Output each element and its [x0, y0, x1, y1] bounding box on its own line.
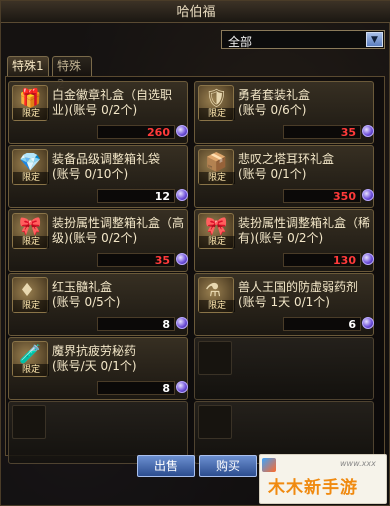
- item-price: 8: [162, 382, 170, 395]
- item-price: 260: [147, 126, 170, 139]
- site-watermark: www.xxx 木木新手游: [259, 454, 387, 504]
- item-name: 兽人王国的防虚弱药剂(账号 1天 0/1个): [238, 280, 359, 309]
- item-slot[interactable]: 💎 限定 装备品级调整箱礼袋 (账号 0/10个) 12: [8, 145, 188, 208]
- price-bar: 8: [97, 381, 175, 395]
- limited-badge: 限定: [13, 364, 49, 376]
- item-name: 魔界抗疲劳秘药 (账号/天 0/1个): [52, 344, 137, 373]
- item-slot[interactable]: 🎀 限定 装扮属性调整箱礼盒（稀有)(账号 0/2个) 130: [194, 209, 374, 272]
- armor-box-icon: 🛡 限定: [198, 85, 235, 121]
- elixir-icon: 🧪 限定: [12, 341, 49, 377]
- limited-badge: 限定: [13, 236, 49, 248]
- chevron-down-icon[interactable]: ▼: [366, 32, 383, 47]
- empty-icon-box: [198, 405, 232, 439]
- item-slot[interactable]: 🧪 限定 魔界抗疲劳秘药 (账号/天 0/1个) 8: [8, 337, 188, 400]
- price-bar: 12: [97, 189, 175, 203]
- coin-icon: [176, 381, 188, 393]
- empty-item-slot: [194, 337, 374, 400]
- brand-logo-icon: [262, 458, 276, 472]
- price-bar: 35: [283, 125, 361, 139]
- item-name: 勇者套装礼盒 (账号 0/6个): [238, 88, 311, 117]
- coin-icon: [176, 317, 188, 329]
- item-name: 装扮属性调整箱礼盒（稀有)(账号 0/2个): [238, 216, 371, 245]
- limited-badge: 限定: [13, 108, 49, 120]
- item-name: 悲叹之塔耳环礼盒 (账号 0/1个): [238, 152, 335, 181]
- item-name: 装扮属性调整箱礼盒（高级)(账号 0/2个): [52, 216, 185, 245]
- tab-special-1[interactable]: 特殊1: [7, 56, 49, 76]
- item-name: 红玉髓礼盒 (账号 0/5个): [52, 280, 121, 309]
- item-price: 8: [162, 318, 170, 331]
- item-price: 12: [154, 190, 170, 203]
- item-slot[interactable]: ♦ 限定 红玉髓礼盒 (账号 0/5个) 8: [8, 273, 188, 336]
- price-bar: 35: [97, 253, 175, 267]
- limited-badge: 限定: [199, 108, 235, 120]
- buy-button-label: 购买: [215, 459, 240, 473]
- item-price: 350: [333, 190, 356, 203]
- shop-window: 哈伯福 全部 ▼ 特殊1 特殊2 🎁 限定 白金徽章礼盒（自选职业)(账号 0/…: [0, 0, 390, 506]
- item-price: 6: [348, 318, 356, 331]
- coin-icon: [362, 189, 374, 201]
- limited-badge: 限定: [199, 236, 235, 248]
- filter-selected-value: 全部: [228, 35, 253, 49]
- watermark-brand: 木木新手游: [268, 478, 358, 498]
- coin-icon: [362, 253, 374, 265]
- item-price: 35: [154, 254, 170, 267]
- coin-icon: [362, 317, 374, 329]
- limited-badge: 限定: [13, 172, 49, 184]
- price-bar: 6: [283, 317, 361, 331]
- item-price: 130: [333, 254, 356, 267]
- item-name: 装备品级调整箱礼袋 (账号 0/10个): [52, 152, 161, 181]
- item-price: 35: [340, 126, 356, 139]
- potion-icon: ⚗ 限定: [198, 277, 235, 313]
- tab-special-2[interactable]: 特殊2: [52, 56, 92, 91]
- limited-badge: 限定: [199, 172, 235, 184]
- coin-icon: [176, 189, 188, 201]
- costume-box-icon: 🎀 限定: [12, 213, 49, 249]
- item-slot[interactable]: 🎀 限定 装扮属性调整箱礼盒（高级)(账号 0/2个) 35: [8, 209, 188, 272]
- sell-button-label: 出售: [153, 459, 178, 473]
- item-slot[interactable]: 🛡 限定 勇者套装礼盒 (账号 0/6个) 35: [194, 81, 374, 144]
- item-name: 白金徽章礼盒（自选职业)(账号 0/2个): [52, 88, 173, 117]
- watermark-url: www.xxx: [340, 459, 376, 468]
- coin-icon: [362, 125, 374, 137]
- item-slot[interactable]: 📦 限定 悲叹之塔耳环礼盒 (账号 0/1个) 350: [194, 145, 374, 208]
- item-slot[interactable]: ⚗ 限定 兽人王国的防虚弱药剂(账号 1天 0/1个) 6: [194, 273, 374, 336]
- price-bar: 8: [97, 317, 175, 331]
- costume-box-rare-icon: 🎀 限定: [198, 213, 235, 249]
- limited-badge: 限定: [13, 300, 49, 312]
- tab-label: 特殊1: [12, 59, 44, 73]
- coin-icon: [176, 253, 188, 265]
- red-gem-icon: ♦ 限定: [12, 277, 49, 313]
- window-title: 哈伯福: [176, 5, 216, 20]
- sell-button[interactable]: 出售: [137, 455, 195, 477]
- gem-bag-icon: 💎 限定: [12, 149, 49, 185]
- price-bar: 260: [97, 125, 175, 139]
- item-list-panel: 🎁 限定 白金徽章礼盒（自选职业)(账号 0/2个) 260 🛡 限定 勇者套装…: [5, 76, 385, 464]
- category-filter-dropdown[interactable]: 全部 ▼: [221, 30, 385, 49]
- earring-box-icon: 📦 限定: [198, 149, 235, 185]
- empty-icon-box: [198, 341, 232, 375]
- item-slot[interactable]: 🎁 限定 白金徽章礼盒（自选职业)(账号 0/2个) 260: [8, 81, 188, 144]
- price-bar: 130: [283, 253, 361, 267]
- gift-box-icon: 🎁 限定: [12, 85, 49, 121]
- empty-icon-box: [12, 405, 46, 439]
- window-titlebar: 哈伯福: [1, 1, 390, 23]
- coin-icon: [176, 125, 188, 137]
- limited-badge: 限定: [199, 300, 235, 312]
- price-bar: 350: [283, 189, 361, 203]
- buy-button[interactable]: 购买: [199, 455, 257, 477]
